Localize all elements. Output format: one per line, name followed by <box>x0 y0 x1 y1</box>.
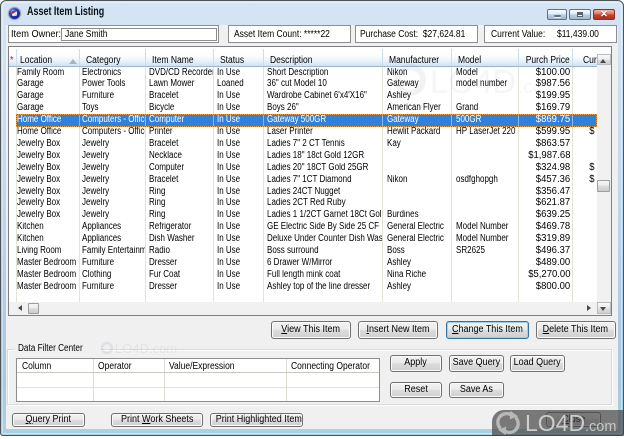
svg-text:.co: .co <box>518 77 543 98</box>
svg-text:LO4D.com: LO4D.com <box>115 341 177 356</box>
svg-text:LO4D: LO4D <box>525 410 585 436</box>
svg-text:LO4D: LO4D <box>430 63 516 100</box>
svg-text:.com: .com <box>585 419 616 435</box>
